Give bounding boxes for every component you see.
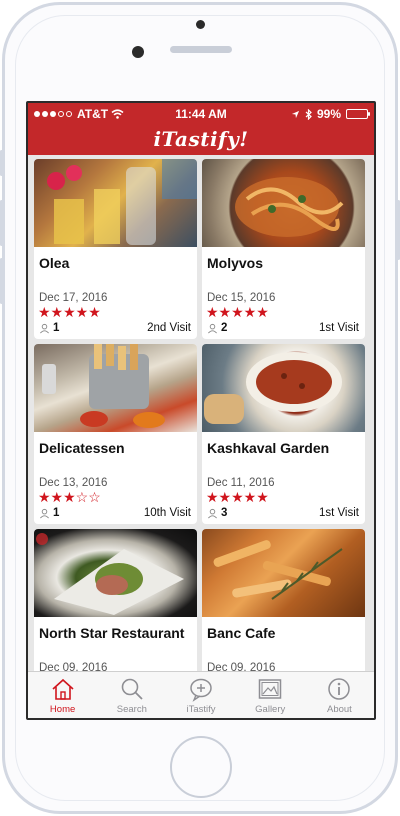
nav-bar: iTastify! bbox=[28, 125, 374, 155]
app-screen: AT&T 11:44 AM 99% iTastify! Olea Dec 17,… bbox=[26, 101, 376, 720]
tab-bar: Home Search iTastify Gallery About bbox=[28, 671, 374, 718]
mute-switch bbox=[0, 150, 3, 176]
rating-stars: ★★★★★ bbox=[38, 304, 101, 320]
guest-number: 1 bbox=[53, 322, 60, 334]
rating-stars: ★★★☆☆ bbox=[38, 489, 101, 505]
visit-date: Dec 15, 2016 bbox=[207, 292, 276, 304]
app-logo: iTastify! bbox=[153, 127, 249, 151]
tab-label: Home bbox=[49, 704, 76, 715]
status-bar: AT&T 11:44 AM 99% bbox=[28, 103, 374, 125]
guests-icon bbox=[40, 323, 49, 333]
front-sensor bbox=[196, 20, 205, 29]
location-arrow-icon bbox=[291, 110, 300, 118]
guest-number: 2 bbox=[221, 322, 228, 334]
restaurant-card[interactable]: Delicatessen Dec 13, 2016 ★★★☆☆ 1 10th V… bbox=[34, 344, 197, 524]
visit-date: Dec 11, 2016 bbox=[207, 477, 275, 489]
tab-itastify[interactable]: iTastify bbox=[166, 672, 235, 718]
guests-icon bbox=[208, 323, 217, 333]
earpiece-speaker bbox=[170, 46, 232, 53]
tab-about[interactable]: About bbox=[305, 672, 374, 718]
tab-label: About bbox=[327, 704, 352, 715]
tab-label: Search bbox=[116, 704, 147, 715]
pasta-illustration bbox=[235, 177, 344, 237]
guest-number: 3 bbox=[221, 507, 228, 519]
guest-count: 3 bbox=[207, 507, 227, 519]
search-icon bbox=[121, 678, 143, 700]
guest-number: 1 bbox=[53, 507, 60, 519]
visit-date: Dec 13, 2016 bbox=[39, 477, 108, 489]
restaurant-photo bbox=[34, 344, 197, 432]
rating-stars: ★★★★★ bbox=[206, 304, 269, 320]
visit-count: 1st Visit bbox=[318, 322, 359, 334]
guest-count: 1 bbox=[39, 322, 59, 334]
restaurant-photo bbox=[34, 529, 197, 617]
restaurant-name: North Star Restaurant bbox=[39, 625, 185, 641]
guests-icon bbox=[208, 508, 217, 518]
visit-count: 2nd Visit bbox=[147, 322, 191, 334]
add-comment-icon bbox=[190, 678, 212, 702]
restaurant-photo bbox=[202, 159, 365, 247]
restaurant-card[interactable]: Molyvos Dec 15, 2016 ★★★★★ 2 1st Visit bbox=[202, 159, 365, 339]
rating-stars: ★★★★★ bbox=[206, 489, 269, 505]
restaurant-name: Kashkaval Garden bbox=[207, 440, 330, 456]
restaurant-name: Delicatessen bbox=[39, 440, 125, 456]
guests-icon bbox=[40, 508, 49, 518]
tab-label: iTastify bbox=[186, 704, 216, 715]
tab-label: Gallery bbox=[255, 704, 286, 715]
tab-home[interactable]: Home bbox=[28, 672, 97, 718]
front-camera bbox=[132, 46, 144, 58]
guest-count: 1 bbox=[39, 507, 59, 519]
restaurant-grid[interactable]: Olea Dec 17, 2016 ★★★★★ 1 2nd Visit Moly… bbox=[34, 159, 368, 709]
restaurant-card[interactable]: Kashkaval Garden Dec 11, 2016 ★★★★★ 3 1s… bbox=[202, 344, 365, 524]
fries-rosemary-illustration bbox=[213, 540, 343, 600]
restaurant-photo bbox=[202, 529, 365, 617]
guest-count: 2 bbox=[207, 322, 227, 334]
fries-illustration bbox=[42, 344, 165, 428]
info-icon bbox=[328, 678, 351, 700]
home-icon bbox=[52, 678, 74, 700]
home-hardware-button[interactable] bbox=[170, 736, 232, 798]
restaurant-name: Banc Cafe bbox=[207, 625, 276, 641]
tartare-illustration bbox=[36, 533, 184, 615]
restaurant-card[interactable]: Olea Dec 17, 2016 ★★★★★ 1 2nd Visit bbox=[34, 159, 197, 339]
volume-up-button bbox=[0, 200, 3, 246]
restaurant-name: Olea bbox=[39, 255, 70, 271]
bluetooth-icon bbox=[305, 108, 312, 120]
gallery-icon bbox=[258, 679, 282, 699]
battery-icon bbox=[346, 109, 370, 119]
drinks-illustration bbox=[47, 159, 197, 245]
visit-count: 1st Visit bbox=[318, 507, 359, 519]
visit-date: Dec 17, 2016 bbox=[39, 292, 108, 304]
visit-count: 10th Visit bbox=[143, 507, 191, 519]
status-right: 99% bbox=[291, 107, 370, 121]
tab-gallery[interactable]: Gallery bbox=[236, 672, 305, 718]
restaurant-photo bbox=[34, 159, 197, 247]
battery-percent: 99% bbox=[316, 107, 341, 121]
tab-search[interactable]: Search bbox=[97, 672, 166, 718]
restaurant-name: Molyvos bbox=[207, 255, 264, 271]
restaurant-photo bbox=[202, 344, 365, 432]
soup-illustration bbox=[204, 352, 342, 424]
volume-down-button bbox=[0, 258, 3, 304]
